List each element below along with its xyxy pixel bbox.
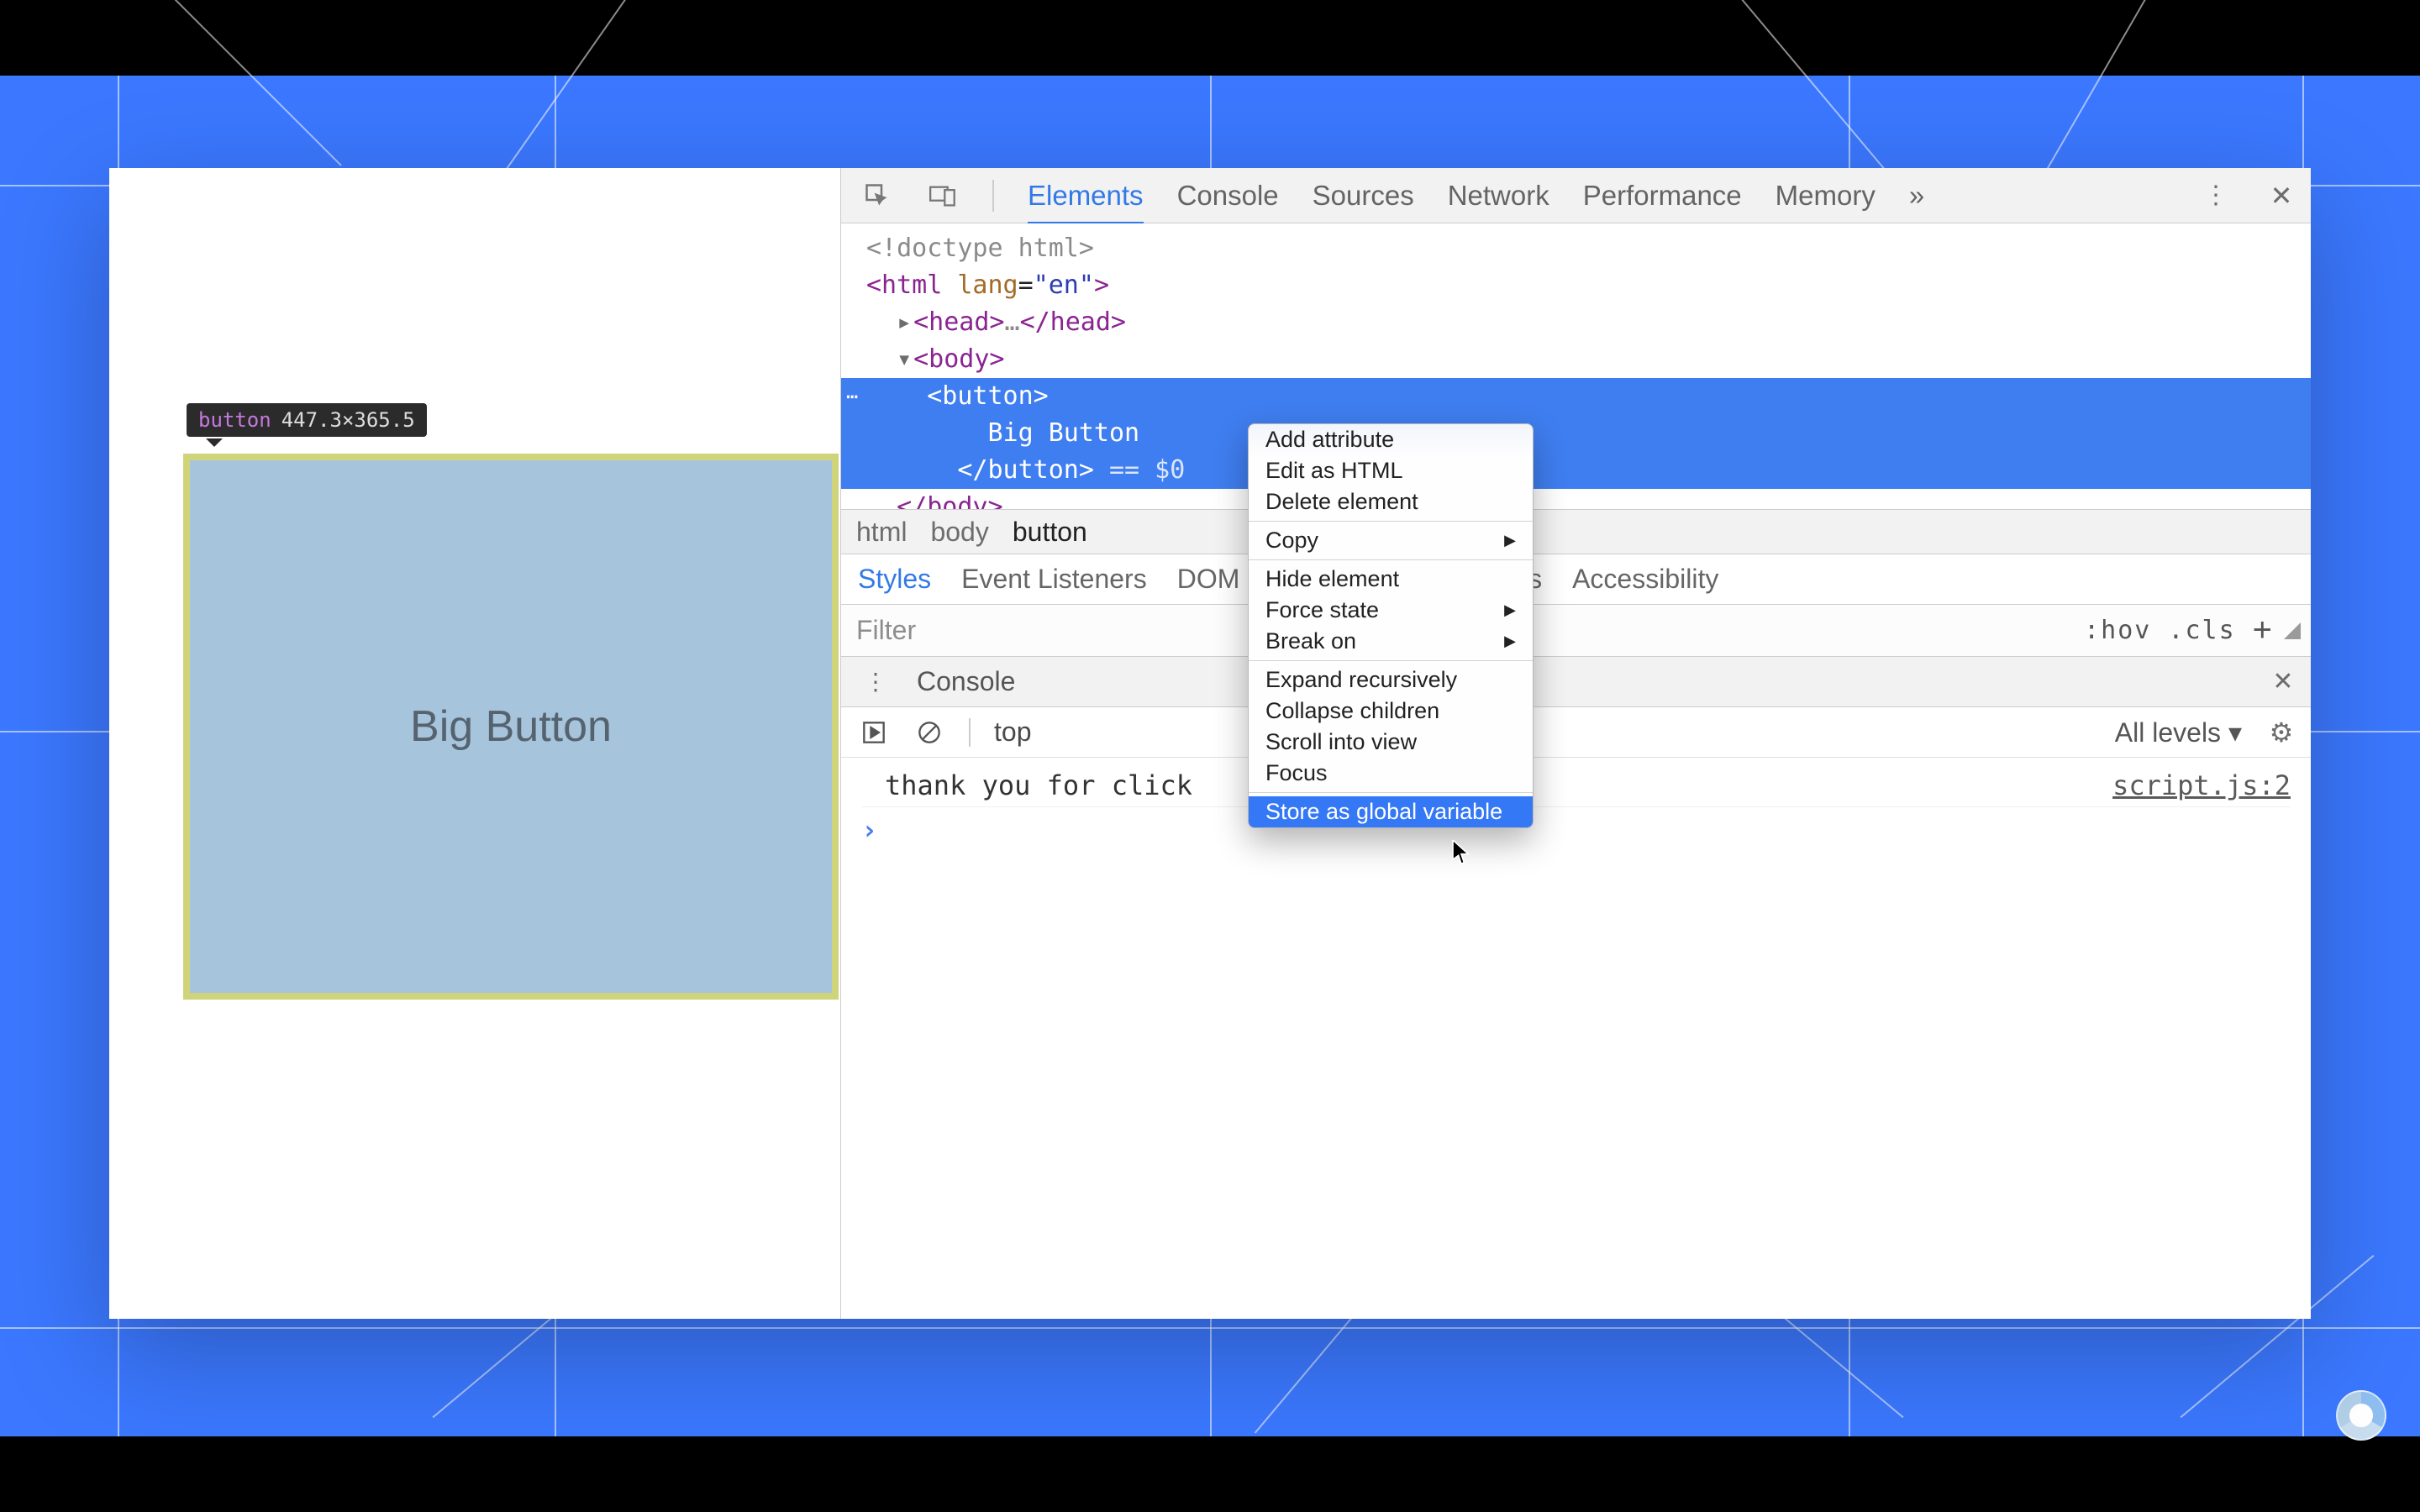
dom-doctype: <!doctype html> — [866, 234, 1094, 263]
tab-console[interactable]: Console — [1177, 180, 1279, 212]
tooltip-tag: button — [198, 408, 271, 432]
ctx-expand-recursively[interactable]: Expand recursively — [1249, 664, 1533, 696]
inspect-tooltip: button 447.3×365.5 — [187, 403, 427, 437]
ctx-hide-element[interactable]: Hide element — [1249, 564, 1533, 595]
console-prompt[interactable]: › — [861, 807, 2291, 846]
breadcrumb: html body button — [841, 509, 2311, 554]
dom-tree[interactable]: <!doctype html> <html lang="en"> ▸<head>… — [841, 223, 2311, 509]
drawer-kebab-icon[interactable]: ⋮ — [860, 666, 892, 698]
console-drawer-tabs: ⋮ Console ✕ — [841, 657, 2311, 707]
tooltip-arrow — [206, 438, 223, 455]
ctx-focus[interactable]: Focus — [1249, 758, 1533, 789]
drawer-tab-console[interactable]: Console — [917, 666, 1015, 697]
ctx-force-state[interactable]: Force state▶ — [1249, 595, 1533, 626]
inspect-icon[interactable] — [861, 180, 893, 212]
ctx-delete-element[interactable]: Delete element — [1249, 486, 1533, 517]
drawer-close-icon[interactable]: ✕ — [2267, 666, 2299, 698]
console-log-row: thank you for click script.js:2 — [861, 764, 2291, 807]
styles-tab-bar: Styles Event Listeners DOM Breakpoints P… — [841, 554, 2311, 605]
context-menu: Add attribute Edit as HTML Delete elemen… — [1248, 423, 1534, 828]
hov-cls-toggles[interactable]: :hov .cls — [2084, 616, 2236, 645]
crumb-body[interactable]: body — [930, 517, 988, 548]
stab-event-listeners[interactable]: Event Listeners — [961, 564, 1147, 595]
ctx-collapse-children[interactable]: Collapse children — [1249, 696, 1533, 727]
console-log-message: thank you for click — [885, 769, 1192, 801]
console-clear-icon[interactable] — [913, 717, 945, 748]
big-button-label: Big Button — [410, 701, 612, 752]
crumb-html[interactable]: html — [856, 517, 907, 548]
console-toolbar: top All levels ▾ ⚙ — [841, 707, 2311, 758]
kebab-icon[interactable]: ⋮ — [2200, 180, 2232, 212]
console-play-icon[interactable] — [858, 717, 890, 748]
ctx-copy[interactable]: Copy▶ — [1249, 525, 1533, 556]
console-context[interactable]: top — [994, 717, 1031, 748]
ctx-break-on[interactable]: Break on▶ — [1249, 626, 1533, 657]
tab-performance[interactable]: Performance — [1583, 180, 1742, 212]
browser-window: button 447.3×365.5 Big Button Elements C… — [109, 168, 2311, 1319]
tooltip-dimensions: 447.3×365.5 — [281, 408, 415, 432]
corner-handle[interactable] — [2284, 622, 2301, 639]
tab-more[interactable]: » — [1909, 180, 1924, 212]
console-body[interactable]: thank you for click script.js:2 › — [841, 758, 2311, 1319]
new-style-rule-icon[interactable]: + — [2253, 612, 2272, 649]
ctx-store-as-global[interactable]: Store as global variable — [1249, 796, 1533, 827]
ctx-add-attribute[interactable]: Add attribute — [1249, 424, 1533, 455]
tab-network[interactable]: Network — [1448, 180, 1549, 212]
chrome-logo — [2336, 1390, 2386, 1441]
console-source-link[interactable]: script.js:2 — [2112, 769, 2291, 801]
devtools-panel: Elements Console Sources Network Perform… — [840, 168, 2311, 1319]
tab-elements[interactable]: Elements — [1028, 180, 1144, 225]
crumb-button[interactable]: button — [1013, 517, 1087, 548]
device-toggle-icon[interactable] — [927, 180, 959, 212]
dom-selected-row[interactable]: ⋯ <button> — [841, 378, 2311, 415]
big-button[interactable]: Big Button — [183, 454, 839, 1000]
console-settings-icon[interactable]: ⚙ — [2265, 717, 2297, 748]
ctx-edit-as-html[interactable]: Edit as HTML — [1249, 455, 1533, 486]
console-levels[interactable]: All levels ▾ — [2115, 717, 2242, 748]
stab-styles[interactable]: Styles — [858, 564, 931, 608]
tab-sources[interactable]: Sources — [1313, 180, 1414, 212]
tab-memory[interactable]: Memory — [1776, 180, 1876, 212]
stab-accessibility[interactable]: Accessibility — [1572, 564, 1718, 595]
page-pane: button 447.3×365.5 Big Button — [109, 168, 840, 1319]
close-icon[interactable]: ✕ — [2265, 180, 2297, 212]
devtools-tab-bar: Elements Console Sources Network Perform… — [841, 168, 2311, 223]
ctx-scroll-into-view[interactable]: Scroll into view — [1249, 727, 1533, 758]
styles-filter-row: Filter :hov .cls + — [841, 605, 2311, 657]
